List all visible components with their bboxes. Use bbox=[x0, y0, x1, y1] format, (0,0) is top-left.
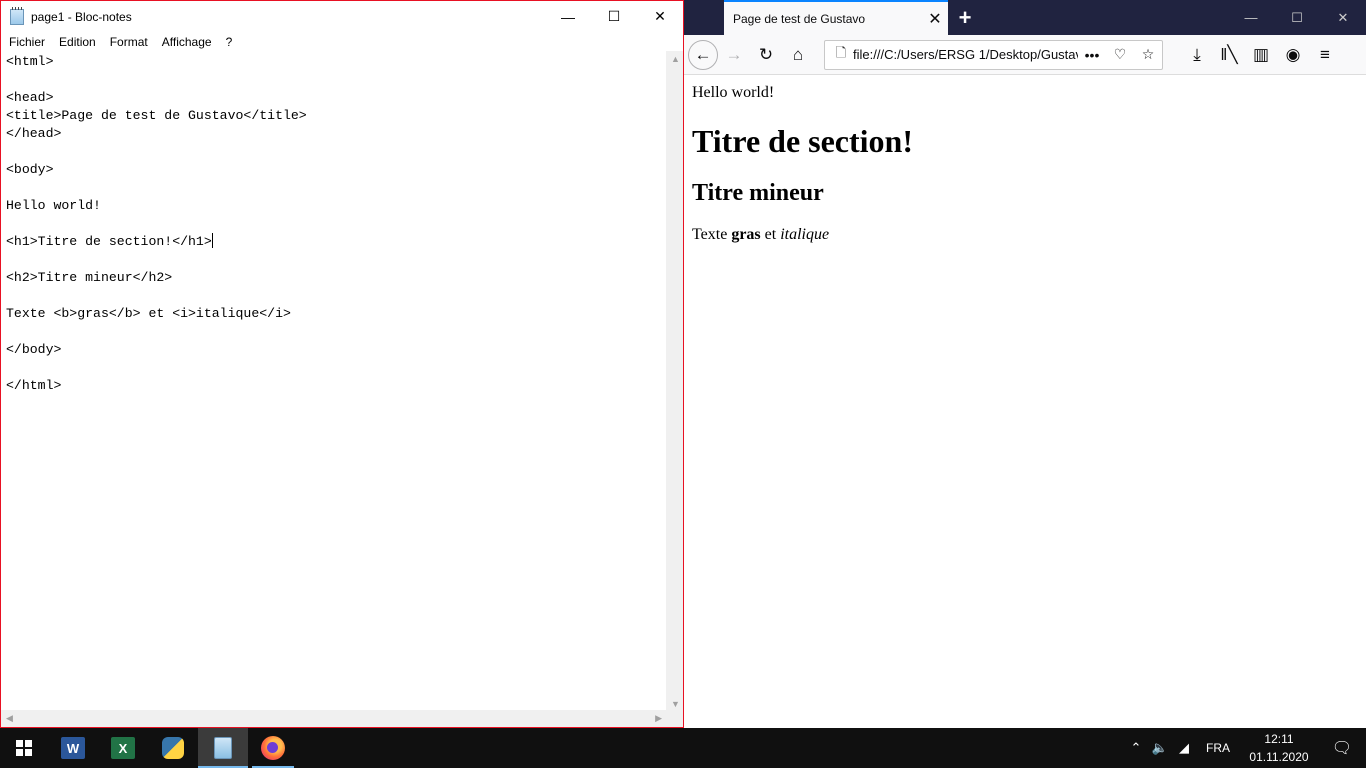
taskbar-word[interactable]: W bbox=[48, 728, 98, 768]
clock-time: 12:11 bbox=[1264, 732, 1294, 746]
new-tab-button[interactable]: + bbox=[948, 0, 982, 35]
word-icon: W bbox=[61, 737, 85, 759]
resize-grip[interactable] bbox=[666, 710, 683, 727]
notepad-window: page1 - Bloc-notes — ☐ ✕ Fichier Edition… bbox=[0, 0, 684, 728]
scroll-up-icon[interactable]: ▲ bbox=[671, 54, 680, 64]
reload-button[interactable]: ↻ bbox=[750, 39, 782, 71]
notepad-icon bbox=[214, 737, 232, 759]
scroll-left-icon[interactable]: ◀ bbox=[6, 713, 13, 724]
chevron-up-icon[interactable]: ⌃ bbox=[1124, 740, 1148, 756]
notification-icon[interactable]: 🗨 bbox=[1318, 738, 1366, 758]
notepad-line: <head> bbox=[6, 90, 54, 105]
firefox-tabbar: Page de test de Gustavo ✕ + — ☐ ✕ bbox=[684, 0, 1366, 35]
text-italic: italique bbox=[780, 226, 830, 243]
menu-affichage[interactable]: Affichage bbox=[155, 35, 219, 49]
downloads-icon[interactable]: ⤓ bbox=[1181, 39, 1213, 71]
notepad-titlebar[interactable]: page1 - Bloc-notes — ☐ ✕ bbox=[1, 1, 683, 32]
notepad-line bbox=[6, 323, 307, 341]
taskbar-python[interactable] bbox=[148, 728, 198, 768]
firefox-window-controls: — ☐ ✕ bbox=[1228, 0, 1366, 35]
notepad-line: </body> bbox=[6, 342, 62, 357]
taskbar: W X ⌃ 🔈 ◢ FRA 12:11 01.11.2020 🗨 bbox=[0, 728, 1366, 768]
page-text-formatted: Texte gras et italique bbox=[692, 225, 1358, 244]
menu-format[interactable]: Format bbox=[103, 35, 155, 49]
taskbar-excel[interactable]: X bbox=[98, 728, 148, 768]
firefox-navbar: ← → ↻ ⌂ 🗋 file:///C:/Users/ERSG 1/Deskto… bbox=[684, 35, 1366, 75]
close-button[interactable]: ✕ bbox=[637, 1, 683, 32]
clock-date: 01.11.2020 bbox=[1249, 750, 1309, 764]
notepad-icon bbox=[10, 6, 24, 25]
notepad-line: <h2>Titre mineur</h2> bbox=[6, 270, 173, 285]
clock[interactable]: 12:11 01.11.2020 bbox=[1240, 730, 1318, 766]
url-bar[interactable]: 🗋 file:///C:/Users/ERSG 1/Desktop/Gustav… bbox=[824, 39, 1163, 70]
notepad-line bbox=[6, 179, 307, 197]
notepad-line: <html> bbox=[6, 54, 54, 69]
sidebar-icon[interactable]: ▥ bbox=[1245, 39, 1277, 71]
taskbar-notepad[interactable] bbox=[198, 728, 248, 768]
page-actions-icon[interactable]: ••• bbox=[1078, 47, 1106, 63]
scroll-down-icon[interactable]: ▼ bbox=[671, 699, 680, 709]
start-button[interactable] bbox=[0, 728, 48, 768]
page-text-hello: Hello world! bbox=[692, 84, 775, 101]
notepad-title: page1 - Bloc-notes bbox=[31, 9, 132, 24]
maximize-button[interactable]: ☐ bbox=[1274, 0, 1320, 35]
menu-edition[interactable]: Edition bbox=[52, 35, 103, 49]
system-tray: ⌃ 🔈 ◢ FRA 12:11 01.11.2020 🗨 bbox=[1124, 728, 1366, 768]
account-icon[interactable]: ◉ bbox=[1277, 39, 1309, 71]
notepad-menubar: Fichier Edition Format Affichage ? bbox=[1, 32, 683, 51]
page-heading-h2: Titre mineur bbox=[692, 180, 824, 206]
menu-fichier[interactable]: Fichier bbox=[2, 35, 52, 49]
notepad-line: <body> bbox=[6, 162, 54, 177]
menu-help[interactable]: ? bbox=[219, 35, 240, 49]
page-heading-h1: Titre de section! bbox=[692, 123, 913, 159]
forward-button[interactable]: → bbox=[718, 39, 750, 71]
library-icon[interactable]: ‖╲ bbox=[1213, 39, 1245, 71]
notepad-line: Texte <b>gras</b> et <i>italique</i> bbox=[6, 306, 291, 321]
text-bold: gras bbox=[731, 226, 761, 243]
text-caret bbox=[211, 233, 213, 248]
browser-tab[interactable]: Page de test de Gustavo ✕ bbox=[724, 0, 948, 35]
maximize-button[interactable]: ☐ bbox=[591, 1, 637, 32]
notepad-line: <title>Page de test de Gustavo</title> bbox=[6, 108, 307, 123]
bookmark-star-icon[interactable]: ☆ bbox=[1134, 46, 1162, 63]
text-plain: Texte bbox=[692, 226, 732, 243]
notepad-line bbox=[6, 71, 307, 89]
pocket-icon[interactable]: ♡ bbox=[1106, 46, 1134, 63]
scroll-right-icon[interactable]: ▶ bbox=[655, 713, 662, 724]
volume-icon[interactable]: 🔈 bbox=[1148, 740, 1172, 756]
language-indicator[interactable]: FRA bbox=[1196, 741, 1240, 755]
page-content: Hello world! Titre de section! Titre min… bbox=[684, 75, 1366, 728]
notepad-text-area[interactable]: <html> <head> <title>Page de test de Gust… bbox=[1, 51, 667, 712]
notepad-text[interactable]: <html> <head> <title>Page de test de Gust… bbox=[6, 53, 307, 395]
minimize-button[interactable]: — bbox=[545, 1, 591, 32]
notepad-line bbox=[6, 251, 307, 269]
url-text[interactable]: file:///C:/Users/ERSG 1/Desktop/Gustavo/… bbox=[853, 47, 1078, 62]
horizontal-scrollbar[interactable]: ◀ ▶ bbox=[1, 710, 667, 727]
notepad-line: Hello world! bbox=[6, 198, 101, 213]
windows-logo-icon bbox=[16, 740, 32, 756]
tab-close-icon[interactable]: ✕ bbox=[922, 9, 948, 29]
notepad-line bbox=[6, 215, 307, 233]
vertical-scrollbar[interactable]: ▲ ▼ bbox=[666, 51, 683, 712]
page-info-icon[interactable]: 🗋 bbox=[829, 44, 853, 66]
excel-icon: X bbox=[111, 737, 135, 759]
home-button[interactable]: ⌂ bbox=[782, 39, 814, 71]
notepad-line: <h1>Titre de section!</h1> bbox=[6, 233, 213, 249]
taskbar-firefox[interactable] bbox=[248, 728, 298, 768]
firefox-icon bbox=[261, 736, 285, 760]
notepad-line bbox=[6, 143, 307, 161]
minimize-button[interactable]: — bbox=[1228, 0, 1274, 35]
back-button[interactable]: ← bbox=[688, 39, 718, 70]
python-icon bbox=[162, 737, 184, 759]
close-button[interactable]: ✕ bbox=[1320, 0, 1366, 35]
text-plain-mid: et bbox=[760, 226, 781, 243]
firefox-window: Page de test de Gustavo ✕ + — ☐ ✕ ← → ↻ … bbox=[684, 0, 1366, 728]
network-icon[interactable]: ◢ bbox=[1172, 740, 1196, 756]
notepad-line bbox=[6, 359, 307, 377]
notepad-line: </head> bbox=[6, 126, 62, 141]
notepad-line: </html> bbox=[6, 378, 62, 393]
tab-title: Page de test de Gustavo bbox=[733, 11, 866, 26]
menu-icon[interactable]: ≡ bbox=[1309, 39, 1341, 71]
notepad-line bbox=[6, 287, 307, 305]
